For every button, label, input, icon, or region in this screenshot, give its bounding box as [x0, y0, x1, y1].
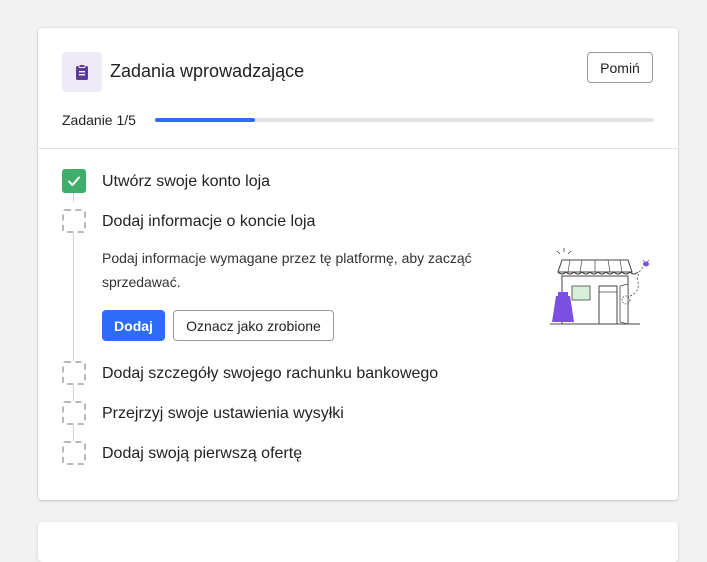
progress-bar-fill: [155, 118, 255, 122]
task-checkbox-done[interactable]: [62, 169, 86, 193]
task-label[interactable]: Utwórz swoje konto loja: [102, 173, 270, 191]
task-label[interactable]: Dodaj szczegóły swojego rachunku bankowe…: [102, 365, 438, 383]
divider: [38, 148, 678, 149]
task-connector: [73, 385, 74, 402]
task-checkbox[interactable]: [62, 361, 86, 385]
progress-label: Zadanie 1/5: [62, 112, 136, 128]
progress-bar: [155, 118, 654, 122]
task-label[interactable]: Dodaj informacje o koncie loja: [102, 213, 315, 231]
clipboard-icon: [62, 52, 102, 92]
mark-done-button[interactable]: Oznacz jako zrobione: [173, 310, 334, 341]
page-title: Zadania wprowadzające: [110, 61, 305, 81]
checkmark-icon: [68, 176, 80, 186]
onboarding-card: Zadania wprowadzające Pomiń Zadanie 1/5 …: [38, 28, 678, 500]
task-description: Podaj informacje wymagane przez tę platf…: [102, 250, 472, 290]
task-checkbox[interactable]: [62, 209, 86, 233]
skip-button[interactable]: Pomiń: [587, 52, 653, 83]
task-checkbox[interactable]: [62, 441, 86, 465]
next-card: [38, 522, 678, 562]
task-label[interactable]: Dodaj swoją pierwszą ofertę: [102, 445, 302, 463]
task-label[interactable]: Przejrzyj swoje ustawienia wysyłki: [102, 405, 344, 423]
task-connector: [73, 425, 74, 442]
task-connector: [73, 233, 74, 361]
task-connector: [73, 193, 74, 202]
storefront-illustration: [550, 248, 650, 325]
task-checkbox[interactable]: [62, 401, 86, 425]
add-button[interactable]: Dodaj: [102, 310, 165, 341]
